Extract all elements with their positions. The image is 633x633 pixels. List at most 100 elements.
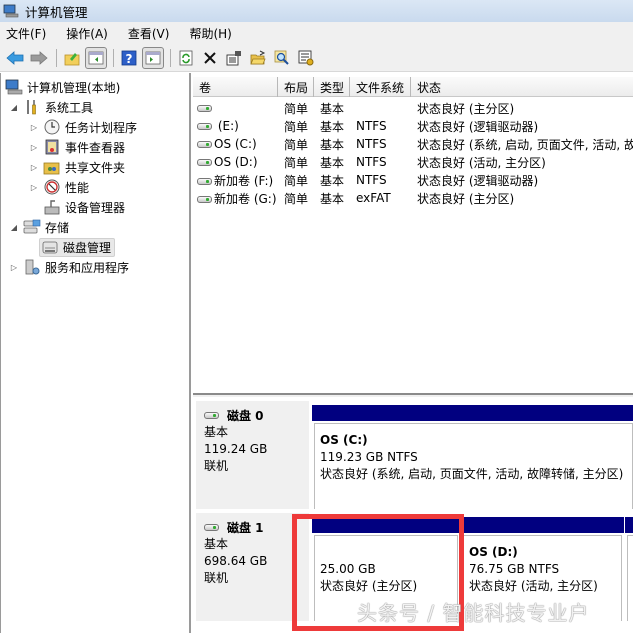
volume-cell-text: 基本 [320, 173, 345, 188]
disk-management-icon [41, 239, 59, 255]
open-button[interactable] [247, 47, 269, 69]
partition-size: 25.00 GB [320, 562, 376, 576]
menu-help[interactable]: 帮助(H) [189, 25, 231, 42]
partition-next-truncated[interactable] [625, 517, 633, 621]
volume-drive-icon [197, 105, 212, 112]
tree-item-system-tools[interactable]: ◢ 系统工具 [9, 97, 93, 117]
volume-cell-text: 简单 [284, 173, 309, 188]
volume-drive-icon [197, 159, 212, 166]
partition-status: 状态良好 (活动, 主分区) [469, 579, 598, 593]
volume-cell-layout: 简单 [278, 154, 314, 171]
help-button[interactable]: ? [118, 47, 140, 69]
refresh-button[interactable] [175, 47, 197, 69]
volume-cell-volume: OS (C:) [193, 137, 278, 151]
expanded-arrow-icon[interactable]: ◢ [9, 223, 19, 232]
tree-item-task-scheduler[interactable]: ▷ 任务计划程序 [29, 117, 137, 137]
column-header-filesystem[interactable]: 文件系统 [350, 77, 411, 97]
tree-label: 设备管理器 [65, 200, 126, 215]
volume-cell-volume: 新加卷 (G:) [193, 190, 278, 207]
partition-bar [461, 517, 624, 533]
disk-name: 磁盘 1 [227, 521, 264, 535]
volume-cell-text: 简单 [284, 137, 309, 152]
settings-button[interactable] [295, 47, 317, 69]
tree-root-computer-management[interactable]: 计算机管理(本地) [5, 77, 120, 97]
show-hide-action-pane-button[interactable] [142, 46, 164, 69]
disk-kind: 基本 [204, 425, 229, 439]
show-hide-console-tree-button[interactable] [85, 46, 107, 69]
volume-cell-fs: exFAT [350, 191, 411, 205]
volume-cell-fs: NTFS [350, 137, 411, 151]
volume-cell-text: NTFS [356, 173, 387, 187]
volume-row[interactable]: 简单 基本 状态良好 (主分区) [193, 99, 633, 117]
collapsed-arrow-icon[interactable]: ▷ [29, 163, 39, 172]
up-one-level-button[interactable] [61, 47, 83, 69]
properties-button[interactable] [223, 47, 245, 69]
tree-label: 计算机管理(本地) [27, 80, 121, 95]
volume-cell-type: 基本 [314, 190, 350, 207]
volume-cell-text: NTFS [356, 155, 387, 169]
menu-view[interactable]: 查看(V) [128, 25, 170, 42]
toolbar-separator [113, 48, 114, 67]
volume-cell-fs: NTFS [350, 155, 411, 169]
volume-cell-layout: 简单 [278, 136, 314, 153]
disk-icon [204, 412, 219, 419]
partition-os-c[interactable]: OS (C:) 119.23 GB NTFS 状态良好 (系统, 启动, 页面文… [312, 405, 633, 509]
tree-item-shared-folders[interactable]: ▷ 共享文件夹 [29, 157, 125, 177]
tree-item-event-viewer[interactable]: ▷ 事件查看器 [29, 137, 125, 157]
collapsed-arrow-icon[interactable]: ▷ [29, 143, 39, 152]
volume-drive-icon [197, 195, 212, 203]
tree-label: 性能 [65, 180, 90, 195]
disk-state: 联机 [204, 571, 229, 585]
search-button[interactable] [271, 47, 293, 69]
menu-file[interactable]: 文件(F) [6, 25, 46, 42]
tree-item-performance[interactable]: ▷ 性能 [29, 177, 89, 197]
volume-row[interactable]: OS (C:) 简单 基本 NTFS 状态良好 (系统, 启动, 页面文件, 活动, 故 [193, 135, 633, 153]
partition-name: OS (D:) [469, 545, 518, 559]
column-header-volume[interactable]: 卷 [193, 77, 278, 97]
forward-button[interactable] [28, 47, 50, 69]
menu-action[interactable]: 操作(A) [66, 25, 108, 42]
expanded-arrow-icon[interactable]: ◢ [9, 103, 19, 112]
delete-button[interactable] [199, 47, 221, 69]
volume-cell-text: 基本 [320, 191, 345, 206]
volume-row[interactable]: 新加卷 (F:) 简单 基本 NTFS 状态良好 (逻辑驱动器) [193, 171, 633, 189]
partition-bar [312, 517, 460, 533]
forward-arrow-icon [30, 50, 48, 65]
tree-item-services-and-applications[interactable]: ▷ 服务和应用程序 [9, 257, 129, 277]
partition-os-d[interactable]: OS (D:) 76.75 GB NTFS 状态良好 (活动, 主分区) [461, 517, 624, 621]
collapsed-arrow-icon[interactable]: ▷ [29, 123, 39, 132]
column-header-status[interactable]: 状态 [411, 77, 633, 97]
toolbar-separator [170, 48, 171, 67]
column-header-layout[interactable]: 布局 [278, 77, 314, 97]
tree-item-device-manager[interactable]: 设备管理器 [43, 197, 125, 217]
volume-cell-status: 状态良好 (逻辑驱动器) [411, 118, 633, 135]
tools-icon [23, 99, 41, 115]
volume-cell-layout: 简单 [278, 118, 314, 135]
partition-unlabeled-25gb[interactable]: 25.00 GB 状态良好 (主分区) [312, 517, 460, 621]
collapsed-arrow-icon[interactable]: ▷ [9, 263, 19, 272]
volume-cell-fs: NTFS [350, 173, 411, 187]
disk-0-label[interactable]: 磁盘 0 基本 119.24 GB 联机 [196, 401, 309, 509]
tree-label: 存储 [45, 220, 70, 235]
volume-cell-text: 状态良好 (系统, 启动, 页面文件, 活动, 故 [417, 137, 633, 152]
volume-row[interactable]: 新加卷 (G:) 简单 基本 exFAT 状态良好 (主分区) [193, 189, 633, 207]
disk-management-pane: 卷 布局 类型 文件系统 状态 简单 基本 状态良好 (主分区) (E:) 简单 基本 N… [193, 73, 633, 633]
svg-text:?: ? [126, 52, 133, 66]
volume-row[interactable]: OS (D:) 简单 基本 NTFS 状态良好 (活动, 主分区) [193, 153, 633, 171]
volume-cell-type: 基本 [314, 172, 350, 189]
disk-row-1: 磁盘 1 基本 698.64 GB 联机 25.00 GB 状态良好 (主分区)… [193, 511, 633, 623]
pane-splitter[interactable] [193, 393, 633, 397]
volume-row[interactable]: (E:) 简单 基本 NTFS 状态良好 (逻辑驱动器) [193, 117, 633, 135]
collapsed-arrow-icon[interactable]: ▷ [29, 183, 39, 192]
tree-item-disk-management[interactable]: 磁盘管理 [39, 237, 116, 257]
volume-cell-text: OS (D:) [214, 155, 258, 169]
event-viewer-icon [43, 139, 61, 155]
volume-cell-fs: NTFS [350, 119, 411, 133]
back-button[interactable] [4, 47, 26, 69]
column-header-type[interactable]: 类型 [314, 77, 350, 97]
volume-cell-text: 状态良好 (活动, 主分区) [417, 155, 546, 170]
tree-item-storage[interactable]: ◢ 存储 [9, 217, 69, 237]
tree-label: 系统工具 [45, 100, 94, 115]
settings-icon [298, 50, 314, 65]
disk-1-label[interactable]: 磁盘 1 基本 698.64 GB 联机 [196, 513, 309, 621]
